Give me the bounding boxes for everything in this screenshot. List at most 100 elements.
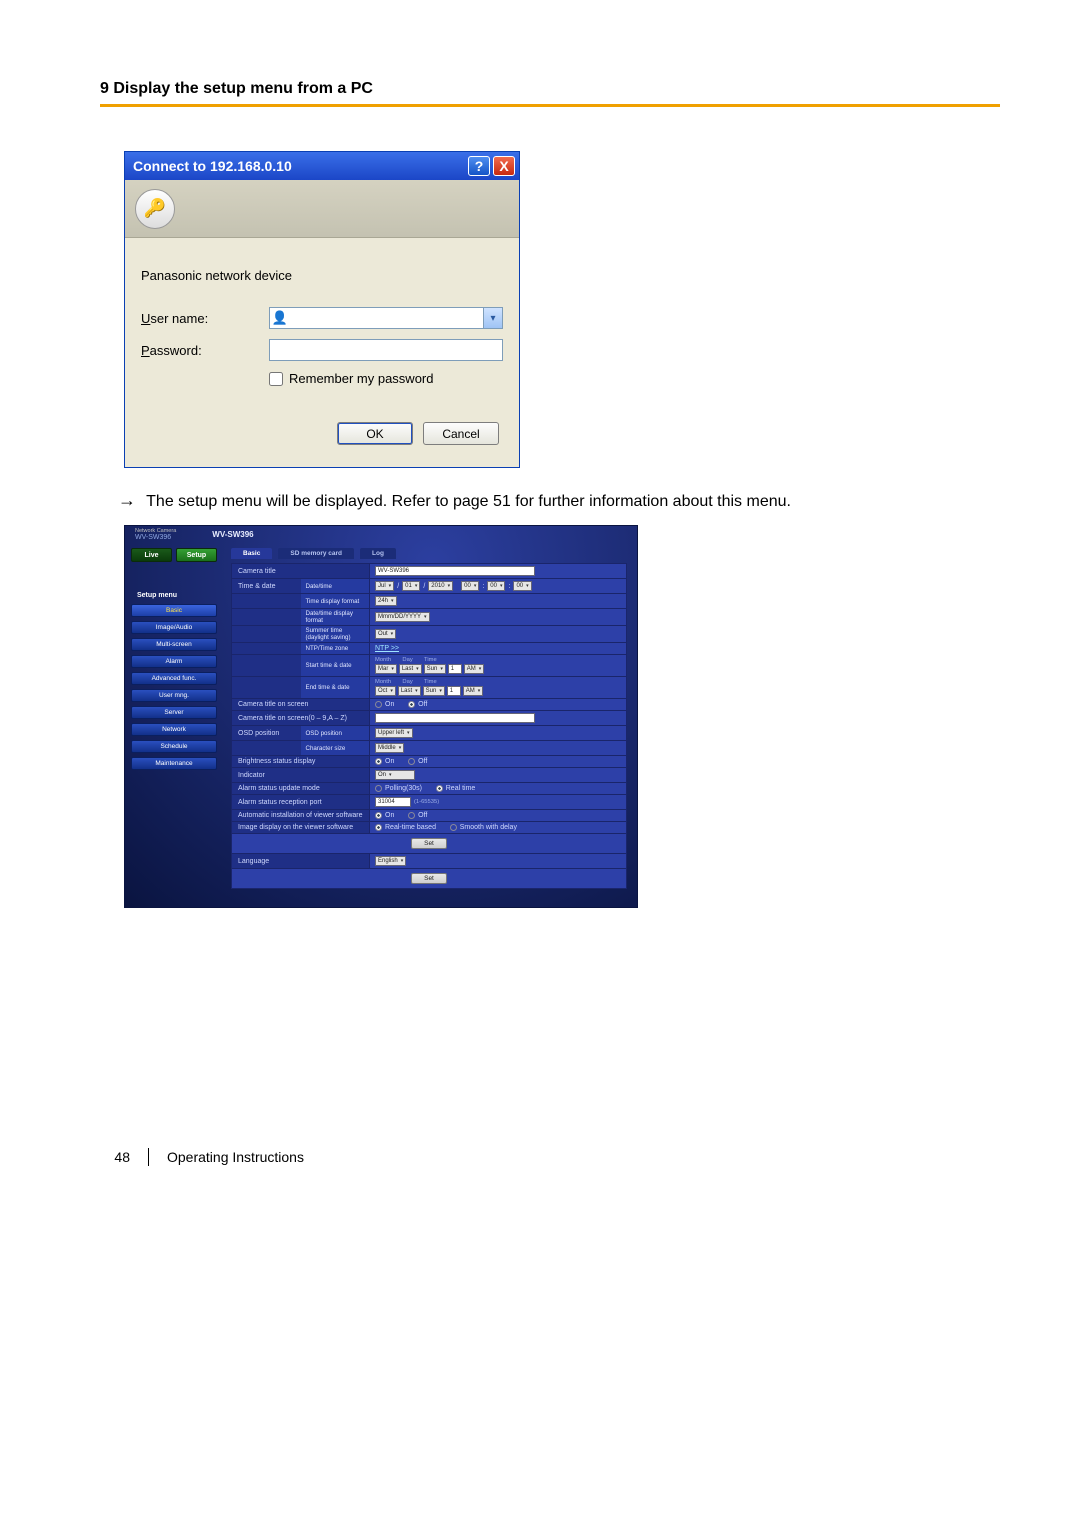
sel-charsize[interactable]: Middle: [375, 743, 404, 753]
header-model-area: Network Camera WV-SW396: [125, 527, 176, 541]
sidebar-item-server[interactable]: Server: [131, 706, 217, 719]
set-button-1[interactable]: Set: [411, 838, 447, 849]
tab-log[interactable]: Log: [360, 548, 396, 559]
inp-end-h[interactable]: 1: [447, 686, 461, 696]
lbl-brightness: Brightness status display: [232, 756, 369, 767]
lbl-alarmmode: Alarm status update mode: [232, 783, 369, 794]
imagedisp-smooth[interactable]: [450, 824, 457, 831]
sidebar-item-network[interactable]: Network: [131, 723, 217, 736]
sidebar-item-multi-screen[interactable]: Multi-screen: [131, 638, 217, 651]
close-button[interactable]: X: [493, 156, 515, 176]
sel-hh[interactable]: 00: [461, 581, 479, 591]
sel-end-m[interactable]: Oct: [375, 686, 396, 696]
lbl-ctos: Camera title on screen: [232, 699, 369, 710]
username-label: User name:: [141, 311, 269, 326]
inp-start-h[interactable]: 1: [448, 664, 462, 674]
sel-osd-pos[interactable]: Upper left: [375, 728, 413, 738]
sel-start-dw[interactable]: Sun: [424, 664, 446, 674]
lbl-summer: Summer time (daylight saving): [301, 626, 369, 642]
sel-start-ap[interactable]: AM: [464, 664, 485, 674]
sel-summer[interactable]: Out: [375, 629, 396, 639]
lbl-osd-group: OSD position: [232, 726, 301, 740]
setup-menu-screenshot: Network Camera WV-SW396 WV-SW396 Live Se…: [124, 525, 638, 908]
sidebar-item-advanced-func-[interactable]: Advanced func.: [131, 672, 217, 685]
sel-month[interactable]: Jul: [375, 581, 394, 591]
sel-end-w[interactable]: Last: [398, 686, 421, 696]
alarm-port-input[interactable]: 31004: [375, 797, 411, 807]
auth-dialog: Connect to 192.168.0.10 ? X 🔑 Panasonic …: [124, 151, 520, 468]
sidebar-item-alarm[interactable]: Alarm: [131, 655, 217, 668]
page-footer: 48 Operating Instructions: [100, 1148, 1000, 1166]
remember-checkbox[interactable]: [269, 372, 283, 386]
sel-tdf[interactable]: 24h: [375, 596, 397, 606]
lbl-time-date: Time & date: [232, 579, 301, 593]
sidebar-item-schedule[interactable]: Schedule: [131, 740, 217, 753]
doc-title: Operating Instructions: [167, 1149, 304, 1165]
sel-day[interactable]: 01: [402, 581, 420, 591]
autoinst-on[interactable]: [375, 812, 382, 819]
alarm-poll[interactable]: [375, 785, 382, 792]
sidebar-item-maintenance[interactable]: Maintenance: [131, 757, 217, 770]
lbl-charsize: Character size: [301, 741, 369, 755]
brightness-on[interactable]: [375, 758, 382, 765]
password-input[interactable]: [269, 339, 503, 361]
alarm-real[interactable]: [436, 785, 443, 792]
sel-language[interactable]: English: [375, 856, 406, 866]
auth-realm: Panasonic network device: [141, 268, 503, 283]
lbl-imagedisp: Image display on the viewer software: [232, 822, 369, 833]
sel-ss[interactable]: 00: [513, 581, 531, 591]
sel-start-m[interactable]: Mar: [375, 664, 397, 674]
lbl-indicator: Indicator: [232, 768, 369, 782]
dialog-title: Connect to 192.168.0.10: [133, 158, 465, 174]
camera-title-input[interactable]: WV-SW396: [375, 566, 535, 576]
lbl-dtf: Date/time display format: [301, 609, 369, 625]
lbl-camera-title: Camera title: [232, 564, 369, 578]
lbl-tdf: Time display format: [301, 594, 369, 608]
set-button-2[interactable]: Set: [411, 873, 447, 884]
sidebar-item-image-audio[interactable]: Image/Audio: [131, 621, 217, 634]
lbl-end: End time & date: [301, 677, 369, 698]
username-dropdown[interactable]: ▾: [483, 308, 502, 328]
section-rule: [100, 104, 1000, 107]
user-icon: 👤: [272, 310, 288, 326]
ctos-input[interactable]: [375, 713, 535, 723]
dialog-banner: 🔑: [125, 180, 519, 238]
brightness-off[interactable]: [408, 758, 415, 765]
lbl-alarmport: Alarm status reception port: [232, 795, 369, 809]
username-input[interactable]: [269, 307, 503, 329]
arrow-icon: →: [118, 490, 136, 510]
cancel-button[interactable]: Cancel: [423, 422, 499, 445]
ctos-off[interactable]: [408, 701, 415, 708]
val-date-time: Jul/ 01/ 2010 00: 00: 00: [370, 579, 626, 593]
tab-sd[interactable]: SD memory card: [278, 548, 354, 559]
sel-indicator[interactable]: On: [375, 770, 415, 780]
sel-dtf[interactable]: Mmm/DD/YYYY: [375, 612, 430, 622]
page-number: 48: [100, 1149, 130, 1165]
sel-start-w[interactable]: Last: [399, 664, 422, 674]
sidebar-item-user-mng-[interactable]: User mng.: [131, 689, 217, 702]
sel-mm[interactable]: 00: [487, 581, 505, 591]
lbl-date-time: Date/time: [301, 579, 369, 593]
sidebar-item-basic[interactable]: Basic: [131, 604, 217, 617]
live-tab[interactable]: Live: [131, 548, 172, 562]
ok-button[interactable]: OK: [337, 422, 413, 445]
imagedisp-rt[interactable]: [375, 824, 382, 831]
ctos-on[interactable]: [375, 701, 382, 708]
lbl-language: Language: [232, 854, 369, 868]
help-button[interactable]: ?: [468, 156, 490, 176]
autoinst-off[interactable]: [408, 812, 415, 819]
dialog-titlebar: Connect to 192.168.0.10 ? X: [125, 152, 519, 180]
sel-end-dw[interactable]: Sun: [423, 686, 445, 696]
setup-tab[interactable]: Setup: [176, 548, 217, 562]
ntp-link[interactable]: NTP >>: [375, 645, 399, 652]
lbl-start: Start time & date: [301, 655, 369, 676]
password-label: Password:: [141, 343, 269, 358]
lbl-ctosin: Camera title on screen(0 – 9,A – Z): [232, 711, 369, 725]
section-header: 9 Display the setup menu from a PC: [100, 80, 1000, 104]
sel-year[interactable]: 2010: [428, 581, 453, 591]
sidebar-title: Setup menu: [137, 592, 217, 599]
header-model-bold: WV-SW396: [176, 530, 253, 539]
tab-basic[interactable]: Basic: [231, 548, 272, 559]
footer-divider: [148, 1148, 149, 1166]
sel-end-ap[interactable]: AM: [463, 686, 484, 696]
